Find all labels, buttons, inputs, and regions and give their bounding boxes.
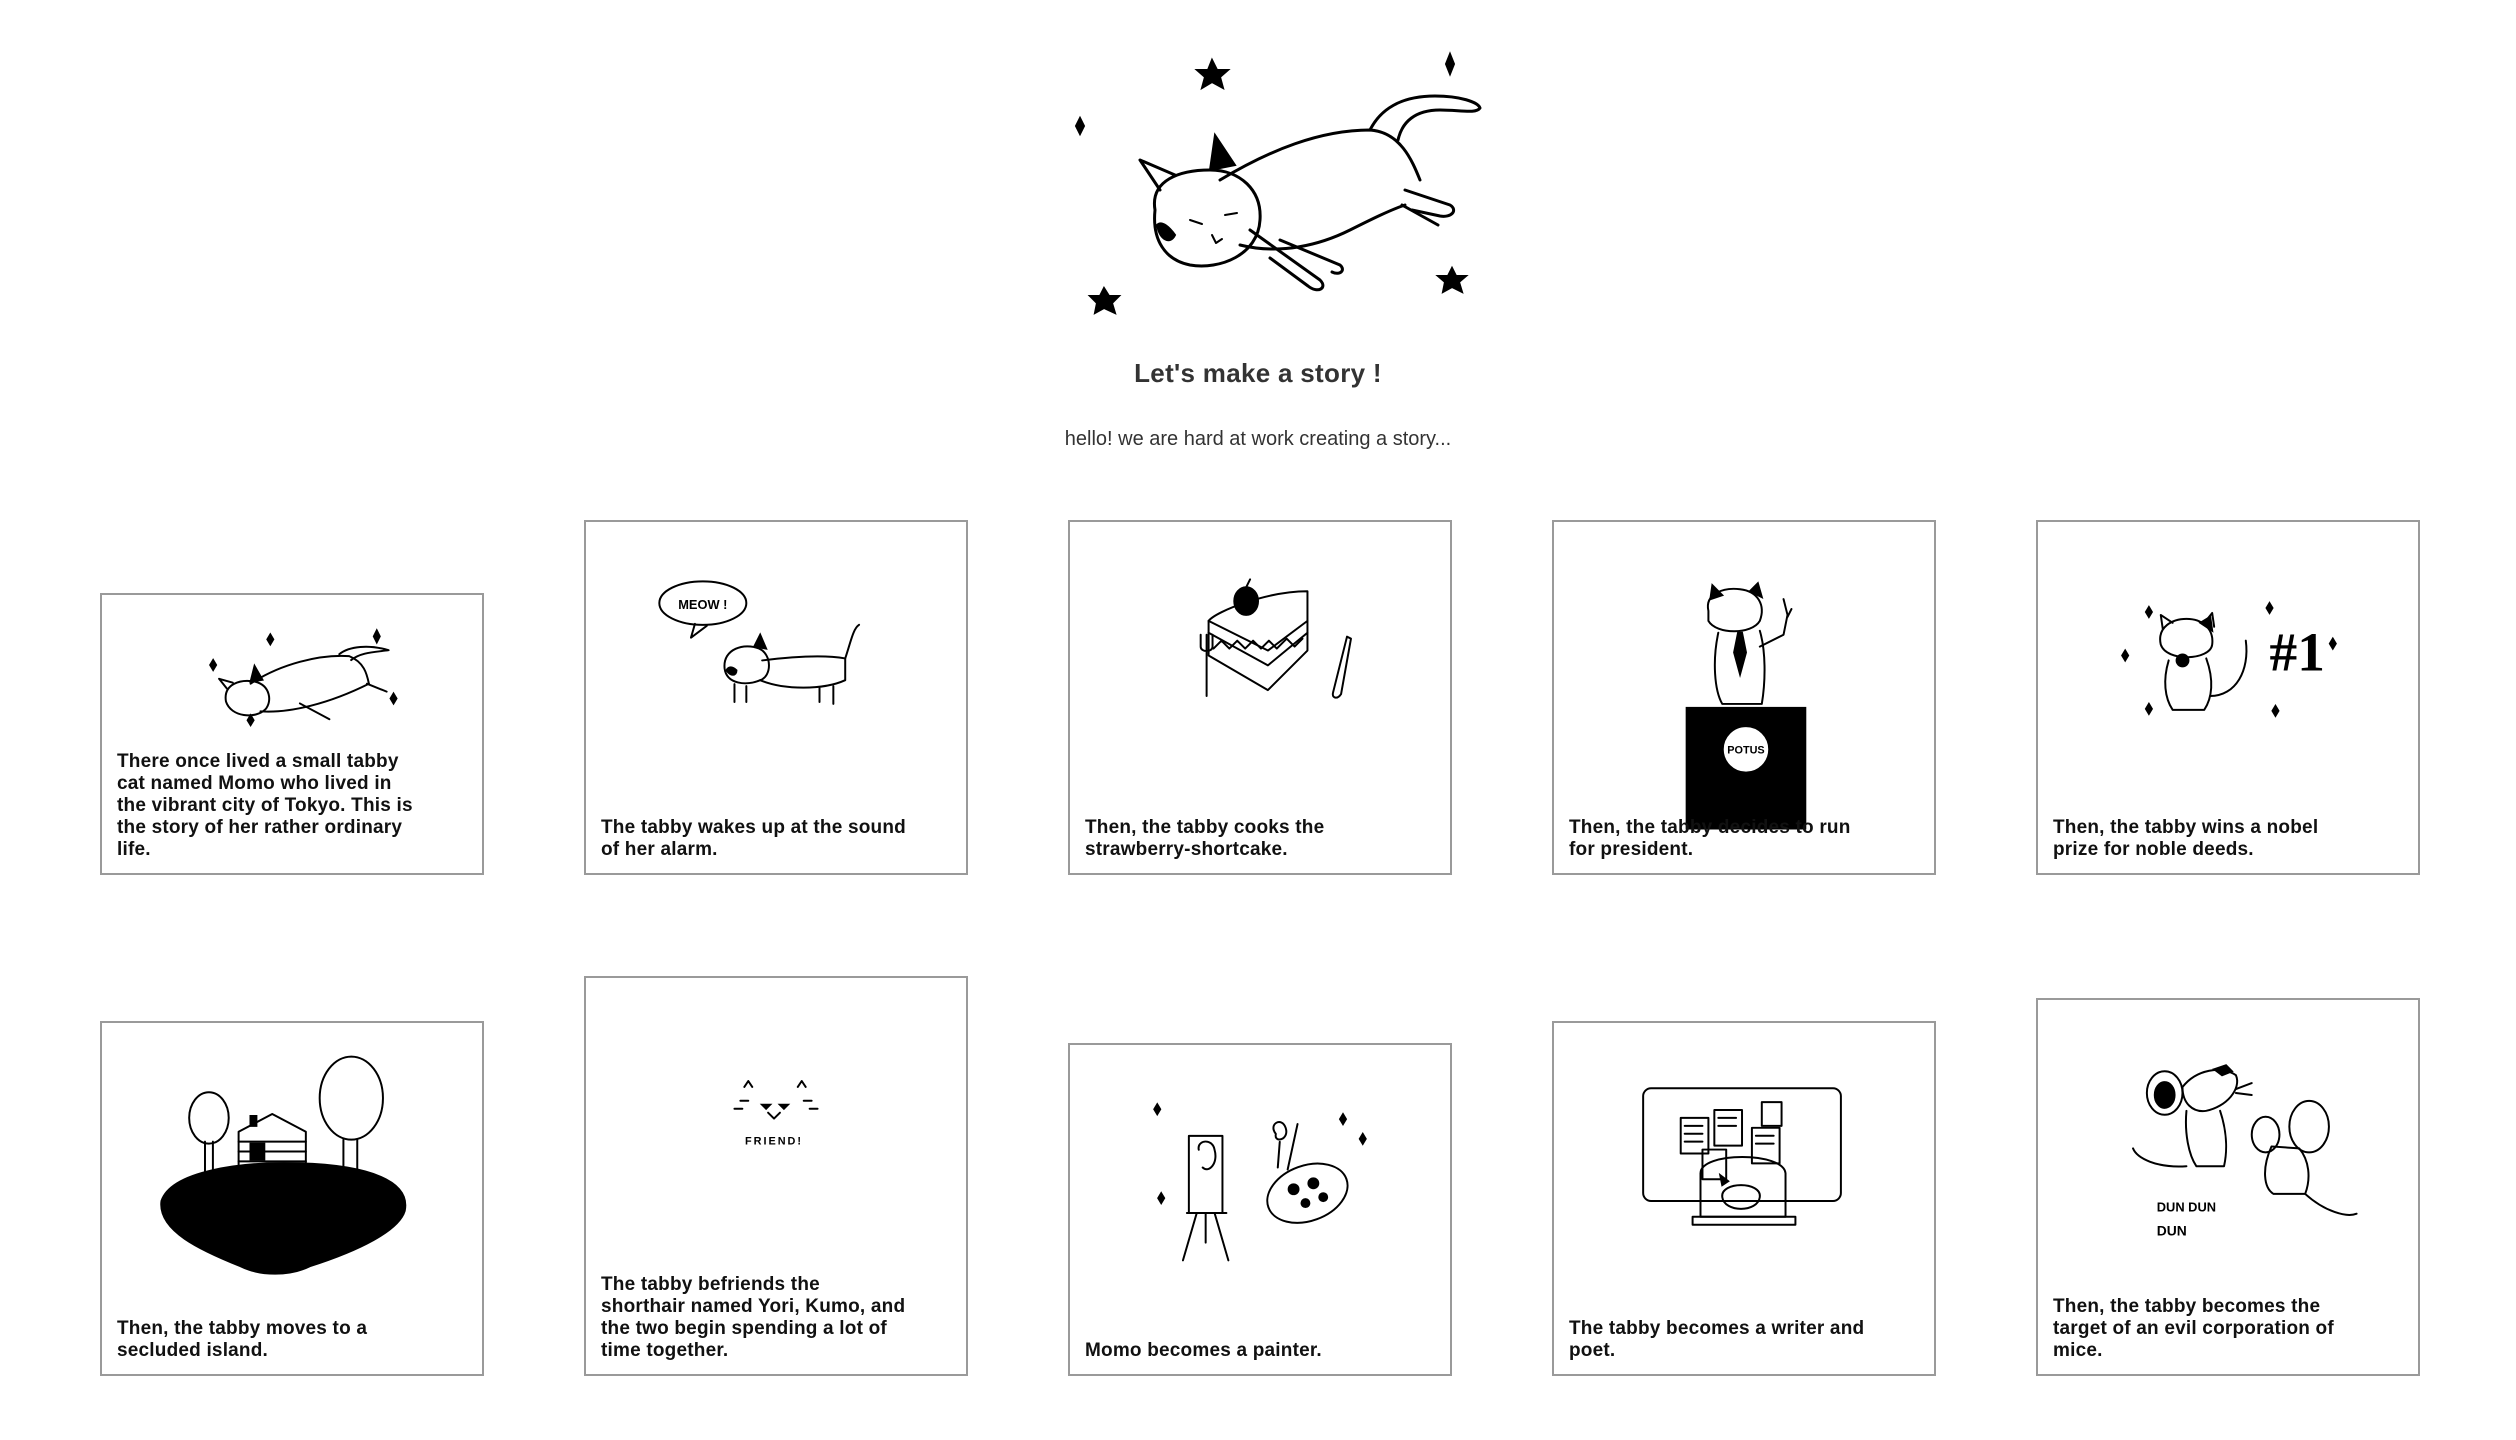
- friend-text: FRIEND!: [745, 1135, 803, 1147]
- story-caption: The tabby wakes up at the sound of her a…: [601, 817, 906, 860]
- story-card-4[interactable]: POTUS Then, the tabby decides to run for…: [1552, 520, 1936, 875]
- status-message: hello! we are hard at work creating a st…: [1064, 428, 1452, 450]
- story-card-7[interactable]: FRIEND! The tabby befriends the shorthai…: [584, 976, 968, 1376]
- story-card-9[interactable]: The tabby becomes a writer and poet.: [1552, 1021, 1936, 1376]
- story-page: Let's make a story ! hello! we are hard …: [0, 0, 2516, 1440]
- story-caption: Then, the tabby wins a nobel prize for n…: [2053, 817, 2319, 860]
- story-card-8[interactable]: Momo becomes a painter.: [1068, 1043, 1452, 1376]
- story-caption: Then, the tabby moves to a secluded isla…: [117, 1318, 368, 1361]
- dun-dun-text: DUN DUN: [2157, 1200, 2216, 1215]
- story-caption: Then, the tabby decides to run for presi…: [1569, 817, 1851, 860]
- story-card-5[interactable]: #1 Then, the tabby wins a nobel prize fo…: [2036, 520, 2420, 875]
- story-caption: The tabby becomes a writer and poet.: [1569, 1318, 1865, 1361]
- story-caption: Then, the tabby cooks the strawberry-sho…: [1085, 817, 1325, 860]
- story-card-2[interactable]: MEOW ! The tabby wakes up at the sound o…: [584, 520, 968, 875]
- dun-text: DUN: [2157, 1222, 2187, 1238]
- hero-flying-cat-illustration: [1040, 30, 1520, 330]
- story-caption: The tabby befriends the shorthair named …: [601, 1274, 906, 1361]
- flying-cat-icon: [1074, 51, 1482, 315]
- story-caption: Momo becomes a painter.: [1085, 1340, 1322, 1361]
- number-one-text: #1: [2270, 621, 2325, 682]
- page-title: Let's make a story !: [1134, 358, 1382, 388]
- story-caption: Then, the tabby becomes the target of an…: [2053, 1296, 2334, 1361]
- story-card-10[interactable]: DUN DUN DUN Then, the tabby becomes the …: [2036, 998, 2420, 1376]
- potus-text: POTUS: [1727, 744, 1764, 756]
- story-card-3[interactable]: Then, the tabby cooks the strawberry-sho…: [1068, 520, 1452, 875]
- story-card-1[interactable]: There once lived a small tabby cat named…: [100, 593, 484, 875]
- story-card-6[interactable]: Then, the tabby moves to a secluded isla…: [100, 1021, 484, 1376]
- story-caption: There once lived a small tabby cat named…: [117, 751, 413, 860]
- easel-palette-illustration: [1070, 1045, 1450, 1374]
- meow-text: MEOW !: [678, 597, 727, 612]
